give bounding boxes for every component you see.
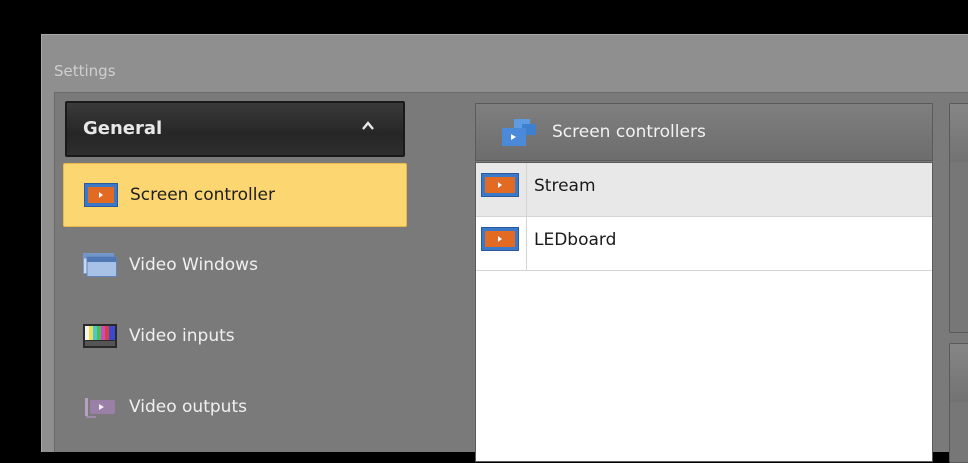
right-panel-top-header [950,104,968,162]
list-row-stream[interactable]: Stream [476,163,932,217]
row-label: LEDboard [534,230,617,250]
nav-item-label: Video inputs [129,326,235,346]
screen-controllers-list: Stream LEDboard [475,162,933,462]
screen-controller-icon [481,227,519,251]
screen-controller-icon [481,173,519,197]
screen-controllers-header: Screen controllers [475,103,933,161]
right-panel-bottom-header [950,344,968,402]
nav-list: Screen controller Video Windows Video in… [63,163,407,447]
video-inputs-icon [83,324,117,348]
video-windows-icon [83,253,117,277]
video-outputs-icon [85,398,115,418]
screen-controllers-icon [502,119,536,146]
nav-item-video-windows[interactable]: Video Windows [63,234,407,298]
window-title: Settings [54,62,116,80]
nav-item-screen-controller[interactable]: Screen controller [63,163,407,227]
list-row-ledboard[interactable]: LEDboard [476,217,932,271]
row-icon-cell [476,217,527,270]
nav-group-general[interactable]: General [65,101,405,157]
nav-group-label: General [83,118,163,139]
nav-item-video-outputs[interactable]: Video outputs [63,376,407,440]
settings-body: General Screen controller Video Windows … [54,92,968,463]
settings-window: Settings General Screen controller Video… [41,34,968,463]
chevron-up-icon[interactable] [361,119,375,133]
right-panel-top [949,103,968,333]
right-panel-bottom [949,343,968,463]
panel-title: Screen controllers [552,122,706,142]
screen-controller-icon [84,183,118,207]
row-label: Stream [534,176,596,196]
row-icon-cell [476,163,527,216]
nav-item-video-inputs[interactable]: Video inputs [63,305,407,369]
nav-item-label: Video outputs [129,397,247,417]
nav-item-label: Screen controller [130,185,275,205]
nav-item-label: Video Windows [129,255,258,275]
